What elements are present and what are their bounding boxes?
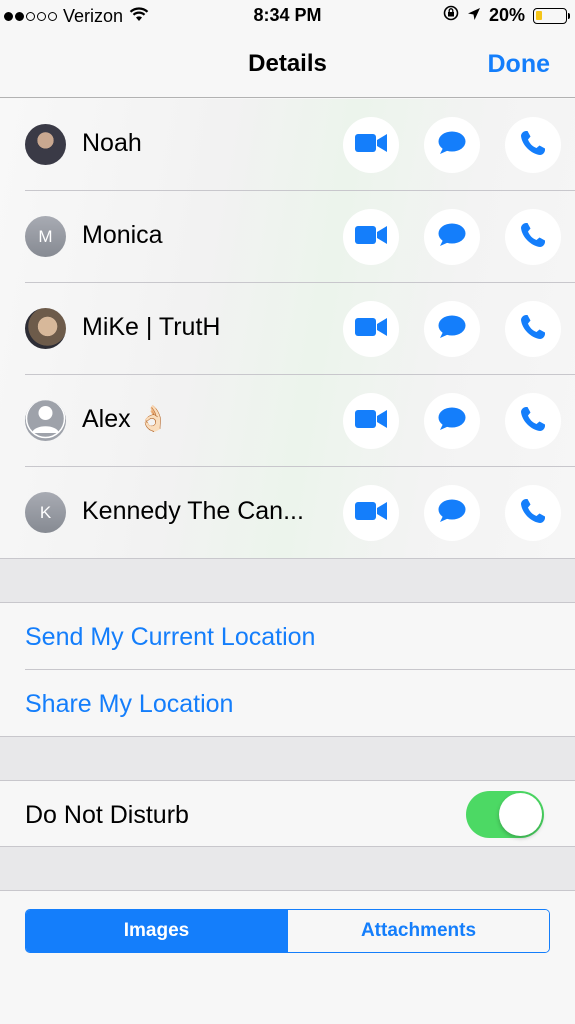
phone-call-button[interactable]	[505, 209, 561, 265]
phone-call-button[interactable]	[505, 117, 561, 173]
phone-icon	[520, 406, 546, 437]
phone-icon	[520, 498, 546, 529]
video-icon	[355, 501, 387, 526]
send-current-location-link[interactable]: Send My Current Location	[25, 623, 315, 652]
battery-fill	[536, 10, 542, 20]
battery-percent: 20%	[488, 5, 525, 25]
images-attachments-segmented-control: Images Attachments	[25, 909, 550, 953]
avatar	[25, 400, 66, 441]
video-icon	[355, 317, 387, 342]
battery-icon	[533, 7, 570, 24]
avatar-initial: M	[38, 226, 53, 246]
contact-row-noah[interactable]: Noah	[0, 99, 575, 191]
phone-call-button[interactable]	[505, 485, 561, 541]
contact-name: Alex 👌🏻	[82, 405, 169, 433]
section-gap	[0, 846, 575, 891]
video-call-button[interactable]	[343, 301, 399, 357]
avatar	[25, 124, 66, 165]
video-icon	[355, 409, 387, 434]
section-gap	[0, 558, 575, 603]
message-icon	[438, 499, 466, 528]
phone-call-button[interactable]	[505, 393, 561, 449]
message-button[interactable]	[424, 301, 480, 357]
avatar: M	[25, 216, 66, 257]
message-button[interactable]	[424, 485, 480, 541]
status-right: 20%	[443, 5, 570, 26]
status-bar: Verizon 8:34 PM 20%	[0, 0, 575, 32]
avatar-initial: K	[39, 502, 52, 522]
section-gap	[0, 736, 575, 781]
message-icon	[438, 223, 466, 252]
video-icon	[355, 133, 387, 158]
avatar: K	[25, 492, 66, 533]
do-not-disturb-label: Do Not Disturb	[25, 801, 189, 829]
toggle-knob[interactable]	[499, 793, 542, 836]
contact-row-kennedy[interactable]: K Kennedy The Can...	[0, 467, 575, 559]
message-icon	[438, 131, 466, 160]
contact-name: Monica	[82, 221, 163, 249]
dnd-section: Do Not Disturb	[0, 781, 575, 847]
nav-bar: Details Done	[0, 32, 575, 98]
contact-name: Kennedy The Can...	[82, 497, 304, 525]
video-icon	[355, 225, 387, 250]
message-icon	[438, 407, 466, 436]
share-location-row[interactable]: Share My Location	[0, 670, 575, 737]
video-call-button[interactable]	[343, 209, 399, 265]
phone-call-button[interactable]	[505, 301, 561, 357]
message-button[interactable]	[424, 117, 480, 173]
contact-row-alex[interactable]: Alex 👌🏻	[0, 375, 575, 467]
done-button[interactable]: Done	[488, 50, 551, 79]
phone-icon	[520, 130, 546, 161]
do-not-disturb-toggle[interactable]	[466, 791, 544, 838]
avatar	[25, 308, 66, 349]
segment-images[interactable]: Images	[26, 910, 287, 952]
phone-icon	[520, 222, 546, 253]
share-location-link[interactable]: Share My Location	[25, 690, 233, 719]
person-silhouette-icon	[25, 400, 66, 441]
message-button[interactable]	[424, 209, 480, 265]
phone-icon	[520, 314, 546, 345]
contact-name: MiKe | TrutH	[82, 313, 221, 341]
contact-row-monica[interactable]: M Monica	[0, 191, 575, 283]
message-button[interactable]	[424, 393, 480, 449]
rotation-lock-icon	[443, 5, 459, 26]
send-current-location-row[interactable]: Send My Current Location	[0, 603, 575, 670]
video-call-button[interactable]	[343, 485, 399, 541]
video-call-button[interactable]	[343, 117, 399, 173]
contact-name: Noah	[82, 129, 142, 157]
location-section: Send My Current Location Share My Locati…	[0, 603, 575, 737]
video-call-button[interactable]	[343, 393, 399, 449]
contacts-list: Noah M Monica MiKe | TrutH Alex 👌🏻 K Ken…	[0, 99, 575, 559]
message-icon	[438, 315, 466, 344]
location-arrow-icon	[467, 5, 481, 26]
contact-row-mike[interactable]: MiKe | TrutH	[0, 283, 575, 375]
segment-attachments[interactable]: Attachments	[287, 910, 549, 952]
